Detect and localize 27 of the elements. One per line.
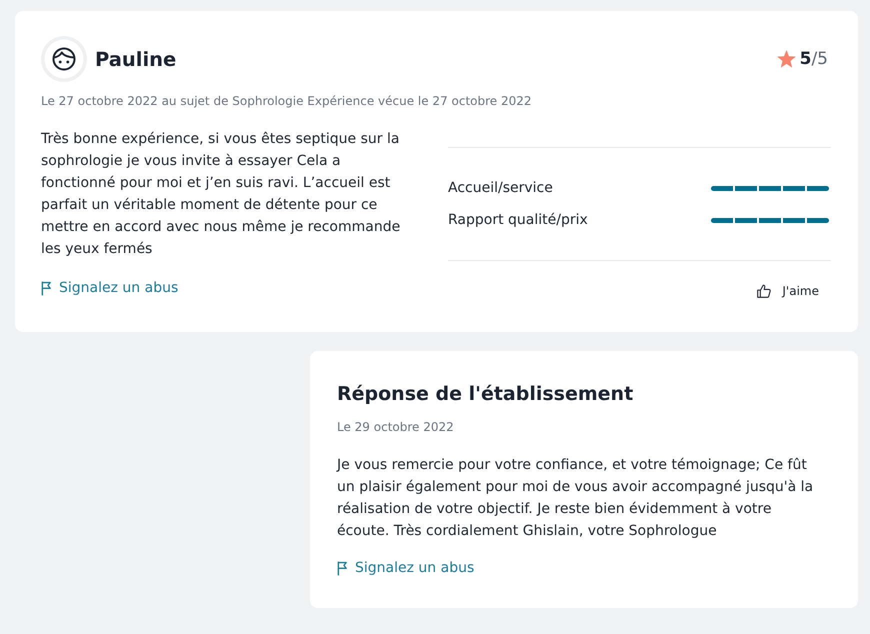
rating-segment bbox=[807, 218, 829, 222]
author-name: Pauline bbox=[95, 48, 176, 70]
rating-score: 5/5 bbox=[800, 49, 828, 69]
rating-segment bbox=[783, 186, 805, 190]
rating-segment bbox=[735, 218, 757, 222]
criterion-label: Rapport qualité/prix bbox=[448, 212, 588, 228]
rating-segment bbox=[759, 218, 781, 222]
rating-segment bbox=[807, 186, 829, 190]
reply-text: Je vous remercie pour votre confiance, et votre témoignage; Ce fût un plaisir également pour moi de vous avoir accompagné jusqu'à la réalisation de votre objectif. Je reste bien évidemment à votre écoute. Très cordialement Ghislain, votre Sophrologue bbox=[337, 456, 814, 541]
rating-segment bbox=[711, 218, 733, 222]
report-link[interactable]: Signalez un abus bbox=[337, 558, 474, 578]
rating-segment bbox=[783, 218, 805, 222]
flag-icon bbox=[337, 560, 348, 576]
review-text: Très bonne expérience, si vous êtes septique sur la sophrologie je vous invite à essayer Cela a fonctionné pour moi et j’en suis ravi. L’accueil est parfait un véritable moment de détente pour ce mettre en accord avec nous même je recommande les yeux fermés bbox=[41, 130, 402, 259]
reply-title: Réponse de l'établissement bbox=[337, 382, 634, 407]
report-link[interactable]: Signalez un abus bbox=[41, 278, 178, 298]
star-icon bbox=[776, 50, 796, 68]
avatar-icon bbox=[41, 36, 87, 82]
flag-icon bbox=[41, 280, 52, 296]
rating-segment bbox=[711, 186, 733, 190]
like-button[interactable]: J'aime bbox=[745, 278, 831, 304]
rating-segment bbox=[759, 186, 781, 190]
reply-date: Le 29 octobre 2022 bbox=[337, 419, 455, 436]
rating-segment bbox=[735, 186, 757, 190]
review-date: Le 27 octobre 2022 au sujet de Sophrologie Expérience vécue le 27 octobre 2022 bbox=[41, 93, 533, 110]
thumbs-up-icon bbox=[757, 284, 772, 298]
criterion-label: Accueil/service bbox=[448, 180, 553, 196]
